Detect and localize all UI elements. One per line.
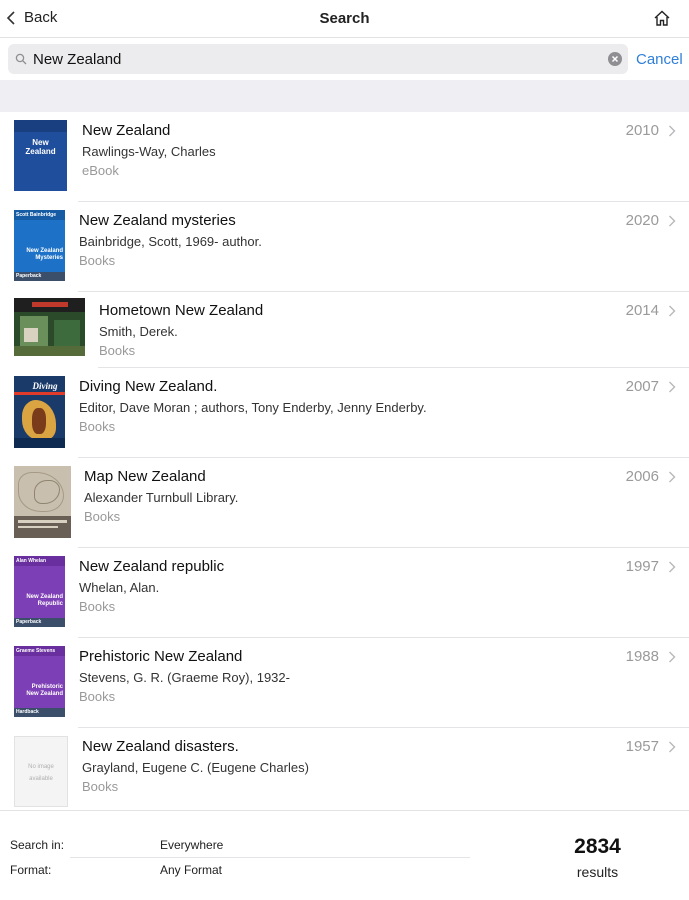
result-format: eBook xyxy=(82,163,119,178)
result-title: New Zealand xyxy=(82,122,171,139)
search-input[interactable] xyxy=(33,48,603,70)
result-title: Diving New Zealand. xyxy=(79,378,218,395)
cover-placeholder-text: No image available xyxy=(28,764,54,782)
result-title: Map New Zealand xyxy=(84,468,206,485)
list-item[interactable]: Diving Diving New Zealand. Editor, Dave … xyxy=(0,368,689,458)
chevron-right-icon xyxy=(669,651,676,663)
result-author: Bainbridge, Scott, 1969- author. xyxy=(79,234,262,249)
cover-title: New Zealand xyxy=(25,138,56,156)
result-title: New Zealand republic xyxy=(79,558,225,575)
page-title: Search xyxy=(319,10,370,27)
cover-title: Prehistoric New Zealand xyxy=(26,684,63,697)
chevron-right-icon xyxy=(669,471,676,483)
result-year: 2014 xyxy=(625,302,659,319)
cover-title: New Zealand Republic xyxy=(26,594,63,607)
search-summary-footer: Search in: Everywhere Format: Any Format… xyxy=(0,810,689,900)
result-year: 2010 xyxy=(625,122,659,139)
result-title: Prehistoric New Zealand xyxy=(79,648,243,665)
cover-title: Diving xyxy=(32,381,58,391)
result-year: 1997 xyxy=(625,558,659,575)
chevron-right-icon xyxy=(669,561,676,573)
chevron-right-icon xyxy=(669,305,676,317)
list-item[interactable]: Scott Bainbridge New Zealand Mysteries Pa… xyxy=(0,202,689,292)
format-label: Format: xyxy=(10,863,52,877)
search-bar: Cancel xyxy=(0,38,689,80)
result-author: Smith, Derek. xyxy=(99,324,178,339)
result-format: Books xyxy=(79,419,116,434)
results-list[interactable]: New Zealand New Zealand Rawlings-Way, Cha… xyxy=(0,112,689,810)
result-format: Books xyxy=(79,689,116,704)
result-format: Books xyxy=(79,599,116,614)
list-item[interactable]: No image available New Zealand disasters.… xyxy=(0,728,689,810)
search-icon xyxy=(15,53,27,65)
result-format: Books xyxy=(79,253,116,268)
search-field[interactable] xyxy=(8,44,628,74)
list-item[interactable]: Hometown New Zealand Smith, Derek. Books… xyxy=(0,292,689,368)
list-item[interactable]: Graeme Stevens Prehistoric New Zealand Ha… xyxy=(0,638,689,728)
chevron-right-icon xyxy=(669,215,676,227)
navigation-bar: Back Search xyxy=(0,0,689,38)
cancel-button[interactable]: Cancel xyxy=(636,51,683,68)
result-year: 2006 xyxy=(625,468,659,485)
results-label: results xyxy=(576,864,619,880)
chevron-right-icon xyxy=(669,125,676,137)
book-cover-image: New Zealand xyxy=(14,120,67,191)
result-author: Rawlings-Way, Charles xyxy=(82,144,216,159)
cover-format: Paperback xyxy=(16,619,42,625)
section-spacer xyxy=(0,80,689,112)
search-in-label: Search in: xyxy=(10,838,65,852)
cover-format: Paperback xyxy=(16,273,42,279)
cover-format: Hardback xyxy=(16,709,39,715)
chevron-right-icon xyxy=(669,381,676,393)
result-count: 2834 xyxy=(574,835,621,858)
list-item[interactable]: New Zealand New Zealand Rawlings-Way, Cha… xyxy=(0,112,689,202)
book-cover-image: No image available xyxy=(14,736,68,807)
result-title: Hometown New Zealand xyxy=(99,302,264,319)
list-item[interactable]: Map New Zealand Alexander Turnbull Libra… xyxy=(0,458,689,548)
book-cover-image xyxy=(14,298,85,356)
result-year: 1988 xyxy=(625,648,659,665)
book-cover-image: Graeme Stevens Prehistoric New Zealand Ha… xyxy=(14,646,65,717)
result-author: Grayland, Eugene C. (Eugene Charles) xyxy=(82,760,309,775)
result-format: Books xyxy=(99,343,136,358)
result-year: 2007 xyxy=(625,378,659,395)
result-author: Whelan, Alan. xyxy=(79,580,160,595)
result-title: New Zealand mysteries xyxy=(79,212,236,229)
chevron-right-icon xyxy=(669,741,676,753)
result-title: New Zealand disasters. xyxy=(82,738,239,755)
cover-title: New Zealand Mysteries xyxy=(26,248,63,261)
home-icon[interactable] xyxy=(653,9,671,27)
result-author: Alexander Turnbull Library. xyxy=(84,490,239,505)
cover-author: Graeme Stevens xyxy=(16,648,56,654)
book-cover-image: Diving xyxy=(14,376,65,448)
result-year: 2020 xyxy=(625,212,659,229)
cover-author: Scott Bainbridge xyxy=(16,212,57,218)
book-cover-image: Scott Bainbridge New Zealand Mysteries Pa… xyxy=(14,210,65,281)
book-cover-image: Alan Whelan New Zealand Republic Paperbac… xyxy=(14,556,65,627)
book-cover-image xyxy=(14,466,71,538)
result-format: Books xyxy=(84,509,121,524)
format-value[interactable]: Any Format xyxy=(160,863,222,877)
cover-author: Alan Whelan xyxy=(16,558,47,564)
list-item[interactable]: Alan Whelan New Zealand Republic Paperbac… xyxy=(0,548,689,638)
footer-divider xyxy=(70,857,470,858)
search-in-value[interactable]: Everywhere xyxy=(160,838,223,852)
result-author: Editor, Dave Moran ; authors, Tony Ender… xyxy=(79,400,427,415)
result-author: Stevens, G. R. (Graeme Roy), 1932- xyxy=(79,670,290,685)
result-year: 1957 xyxy=(625,738,659,755)
clear-icon[interactable] xyxy=(608,52,622,66)
result-format: Books xyxy=(82,779,119,794)
